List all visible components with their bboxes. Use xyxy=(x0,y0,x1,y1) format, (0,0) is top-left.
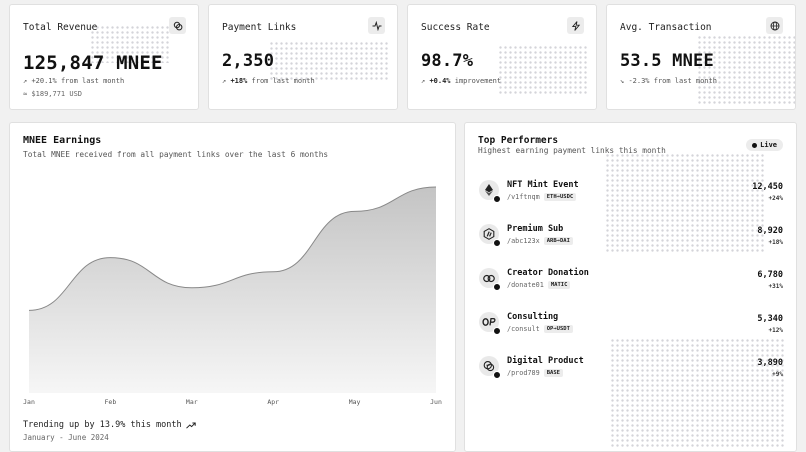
stat-value: 2,350 xyxy=(222,51,274,71)
status-dot xyxy=(493,371,501,379)
performer-value: 8,920 xyxy=(757,226,783,236)
stat-title: Payment Links xyxy=(222,22,296,33)
performer-row[interactable]: NFT Mint Event /v1ftnqmETH→USDC 12,450 +… xyxy=(479,176,783,206)
performer-row[interactable]: Consulting /consultOP→USDT 5,340 +12% xyxy=(479,308,783,338)
pair-badge: OP→USDT xyxy=(544,325,573,333)
globe-icon xyxy=(766,17,783,34)
top-performers-card: Top Performers Highest earning payment l… xyxy=(464,122,797,452)
stat-change: ↗ +0.4% improvement xyxy=(421,77,501,85)
performer-row[interactable]: Premium Sub /abc123xARB→DAI 8,920 +18% xyxy=(479,220,783,250)
stat-change: ↗ +18% from last month xyxy=(222,77,315,85)
performer-meta: /abc123xARB→DAI xyxy=(507,237,573,245)
performer-value: 6,780 xyxy=(757,270,783,280)
pair-badge: ETH→USDC xyxy=(544,193,577,201)
stat-value: 125,847 MNEE xyxy=(23,52,163,74)
performer-name: Consulting xyxy=(507,312,558,322)
performer-row[interactable]: Digital Product /prod789BASE 3,890 +9% xyxy=(479,352,783,382)
stat-card-avg-transaction: Avg. Transaction 53.5 MNEE ↘ -2.3% from … xyxy=(606,4,796,110)
performer-change: +9% xyxy=(772,371,783,378)
performer-change: +31% xyxy=(769,283,783,290)
stat-title: Avg. Transaction xyxy=(620,22,712,33)
stat-card-total-revenue: Total Revenue 125,847 MNEE ↗ +20.1% from… xyxy=(9,4,199,110)
performer-name: NFT Mint Event xyxy=(507,180,579,190)
performer-name: Premium Sub xyxy=(507,224,563,234)
x-tick-label: May xyxy=(349,398,361,406)
pair-badge: MATIC xyxy=(548,281,571,289)
top-performers-title: Top Performers xyxy=(478,135,558,146)
stat-title: Success Rate xyxy=(421,22,490,33)
performer-name: Creator Donation xyxy=(507,268,589,278)
coins-icon xyxy=(169,17,186,34)
status-dot xyxy=(493,283,501,291)
status-dot xyxy=(493,239,501,247)
x-tick-label: Jun xyxy=(430,398,442,406)
earnings-area-chart xyxy=(10,123,456,452)
pair-badge: BASE xyxy=(544,369,563,377)
performer-meta: /donate01MATIC xyxy=(507,281,570,289)
stat-value: 53.5 MNEE xyxy=(620,51,714,71)
performer-meta: /prod789BASE xyxy=(507,369,563,377)
status-dot xyxy=(493,195,501,203)
live-dot-icon xyxy=(752,143,757,148)
x-tick-label: Jan xyxy=(23,398,35,406)
trend-text: Trending up by 13.9% this month xyxy=(23,420,196,430)
stat-change: ↗ +20.1% from last month xyxy=(23,77,124,85)
x-tick-label: Feb xyxy=(105,398,117,406)
x-tick-label: Apr xyxy=(267,398,279,406)
performer-change: +18% xyxy=(769,239,783,246)
top-performers-subtitle: Highest earning payment links this month xyxy=(478,146,666,155)
performer-meta: /consultOP→USDT xyxy=(507,325,573,333)
area-fill xyxy=(29,187,436,393)
stat-change: ↘ -2.3% from last month xyxy=(620,77,717,85)
x-tick-label: Mar xyxy=(186,398,198,406)
performer-row[interactable]: Creator Donation /donate01MATIC 6,780 +3… xyxy=(479,264,783,294)
zap-icon xyxy=(567,17,584,34)
activity-icon xyxy=(368,17,385,34)
performer-meta: /v1ftnqmETH→USDC xyxy=(507,193,576,201)
performer-change: +24% xyxy=(769,195,783,202)
status-dot xyxy=(493,327,501,335)
performer-name: Digital Product xyxy=(507,356,584,366)
stat-card-success-rate: Success Rate 98.7% ↗ +0.4% improvement xyxy=(407,4,597,110)
stat-title: Total Revenue xyxy=(23,22,97,33)
live-badge: Live xyxy=(746,139,783,151)
performer-value: 5,340 xyxy=(757,314,783,324)
date-range: January - June 2024 xyxy=(23,433,109,442)
stat-card-payment-links: Payment Links 2,350 ↗ +18% from last mon… xyxy=(208,4,398,110)
performer-value: 12,450 xyxy=(752,182,783,192)
stat-value: 98.7% xyxy=(421,51,473,71)
pair-badge: ARB→DAI xyxy=(544,237,573,245)
performer-value: 3,890 xyxy=(757,358,783,368)
performer-change: +12% xyxy=(769,327,783,334)
trending-up-icon xyxy=(186,422,196,429)
earnings-chart-card: MNEE Earnings Total MNEE received from a… xyxy=(9,122,456,452)
stat-sub: ≈ $189,771 USD xyxy=(23,90,82,98)
